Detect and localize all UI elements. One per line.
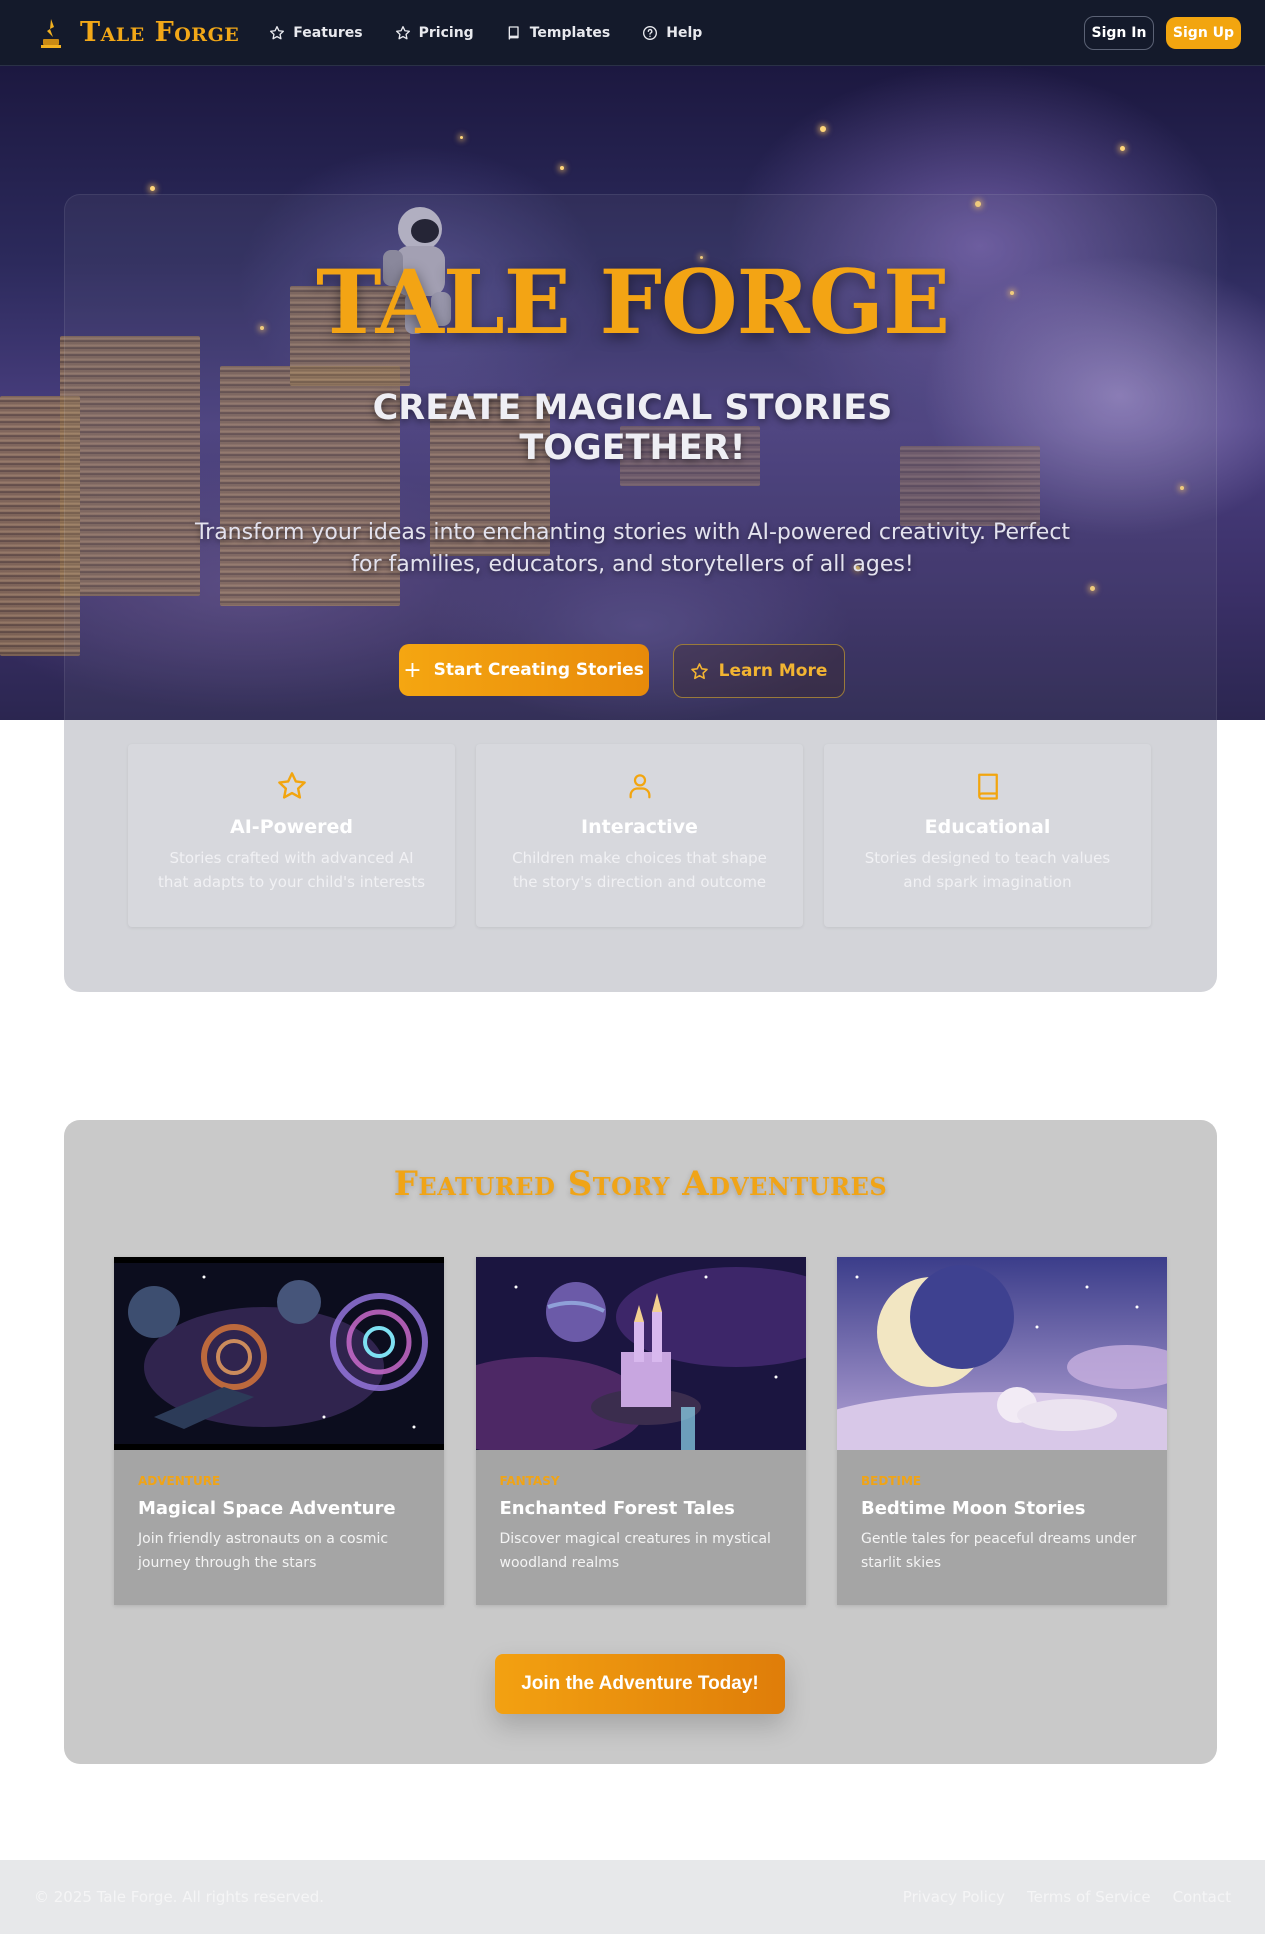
feature-card-interactive: Interactive Children make choices that s… [476,744,803,927]
learn-more-label: Learn More [718,661,828,681]
feature-description: Stories crafted with advanced AI that ad… [157,849,426,891]
star-icon [395,25,410,39]
nav-link-label: Help [666,24,703,41]
footer-link-privacy[interactable]: Privacy Policy [903,1888,1005,1906]
join-adventure-button[interactable]: Join the Adventure Today! [495,1654,785,1714]
logo-icon[interactable] [34,16,68,50]
star-icon [270,25,285,39]
feature-description: Children make choices that shape the sto… [512,849,767,891]
book-icon [977,773,998,800]
story-description: Join friendly astronauts on a cosmic jou… [138,1531,389,1571]
story-card-enchanted-forest[interactable]: Fantasy Enchanted Forest Tales Discover … [475,1257,806,1605]
story-cards: Adventure Magical Space Adventure Join f… [114,1257,1167,1605]
nav-link-features[interactable]: Features [269,24,363,41]
story-card-bedtime-moon[interactable]: Bedtime Bedtime Moon Stories Gentle tale… [837,1257,1167,1605]
nav-link-label: Templates [529,24,611,41]
star-icon [277,772,306,799]
story-title: Magical Space Adventure [138,1498,396,1519]
nav-link-label: Pricing [418,24,474,41]
footer-links: Privacy Policy Terms of Service Contact [881,1888,1231,1906]
nav-link-pricing[interactable]: Pricing [395,25,474,41]
help-circle-icon [643,25,658,40]
story-card-space-adventure[interactable]: Adventure Magical Space Adventure Join f… [114,1257,444,1605]
story-category: Fantasy [499,1474,560,1488]
hero-buttons: + Start Creating Stories Learn More [0,644,1265,698]
hero-description: Transform your ideas into enchanting sto… [194,520,1071,577]
featured-section-title: Featured Story Adventures [393,1164,888,1204]
story-title: Enchanted Forest Tales [499,1498,735,1519]
feature-card-ai-powered: AI-Powered Stories crafted with advanced… [128,744,455,927]
feature-description: Stories designed to teach values and spa… [864,849,1111,891]
nav-links: Features Pricing Templates Help [269,25,734,41]
footer-link-terms[interactable]: Terms of Service [1027,1888,1151,1906]
nav-link-help[interactable]: Help [642,25,702,41]
sign-up-button[interactable]: Sign Up [1166,16,1241,49]
story-image-space [114,1257,444,1450]
featured-stories-section: Featured Story Adventures ADVENTURE Magi… [64,1120,1217,1764]
start-creating-button[interactable]: + Start Creating Stories [398,644,649,696]
nav-link-label: Features [293,24,363,41]
plus-icon: + [403,657,422,683]
story-description: Gentle tales for peaceful dreams under s… [861,1531,1137,1571]
hero-subtitle-line: TOGETHER! [519,428,746,468]
hero-subtitle: CREATE MAGICAL STORIES TOGETHER! [0,388,1265,468]
copyright-text: © 2025 Tale Forge. All rights reserved. [34,1888,325,1906]
feature-card-educational: Educational Stories designed to teach va… [824,744,1151,927]
story-description: Discover magical creatures in mystical w… [499,1531,771,1571]
story-category: Bedtime [861,1474,922,1488]
hero-title: TALE FORGE [315,250,950,354]
star-icon [690,662,708,679]
sign-in-button[interactable]: Sign In [1084,15,1154,50]
auth-buttons: Sign In Sign Up [1084,15,1241,50]
footer: © 2025 Tale Forge. All rights reserved. … [0,1860,1265,1934]
feature-cards: AI-Powered Stories crafted with advanced… [128,744,1151,927]
story-title: Bedtime Moon Stories [861,1498,1086,1519]
start-creating-label: Start Creating Stories [433,660,644,680]
top-navbar: Tale Forge Features Pricing Templates He… [0,0,1265,66]
feature-title: Educational [924,816,1051,838]
book-icon [508,25,519,40]
learn-more-button[interactable]: Learn More [672,644,845,698]
hero-subtitle-line: CREATE MAGICAL STORIES [372,388,893,428]
brand-name[interactable]: Tale Forge [80,17,239,48]
feature-title: Interactive [581,816,698,838]
user-icon [629,774,650,799]
feature-title: AI-Powered [230,816,353,838]
story-image-moon [837,1257,1167,1450]
nav-link-templates[interactable]: Templates [506,24,611,41]
story-category: Adventure [138,1474,221,1488]
footer-link-contact[interactable]: Contact [1173,1888,1231,1906]
story-image-castle [475,1257,806,1450]
